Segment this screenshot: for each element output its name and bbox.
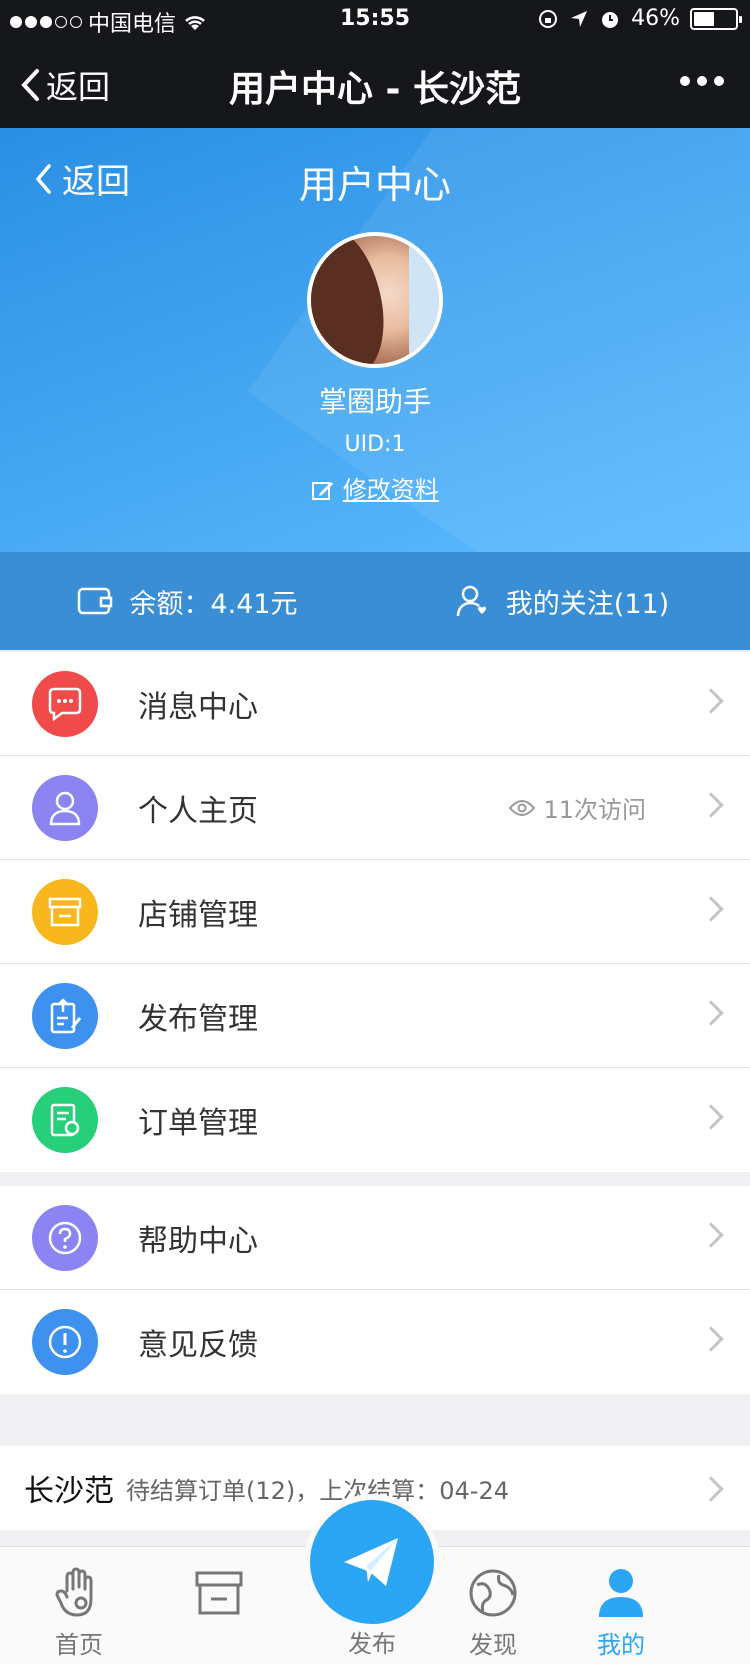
chevron-right-icon [698, 896, 724, 922]
menu-item-shop[interactable]: 店铺管理 [0, 860, 750, 964]
feedback-icon [32, 1309, 98, 1375]
menu-group-support: 帮助中心 意见反馈 [0, 1186, 750, 1394]
order-icon [32, 1087, 98, 1153]
edit-profile-label: 修改资料 [342, 476, 439, 504]
paper-plane-icon [344, 1538, 398, 1586]
user-icon [32, 774, 98, 841]
edit-icon [312, 482, 334, 500]
shop-icon [32, 878, 98, 945]
chevron-right-icon [698, 1222, 724, 1248]
menu-item-messages[interactable]: 消息中心 [0, 652, 750, 756]
username: 掌圈助手 [318, 385, 431, 418]
visit-count-label: 11次访问 [543, 796, 646, 824]
chevron-right-icon [698, 1476, 724, 1502]
publish-manage-icon [32, 982, 98, 1049]
menu-label: 个人主页 [138, 793, 258, 829]
menu-label: 店铺管理 [138, 897, 258, 933]
eye-icon [509, 799, 536, 816]
follow-label: 我的关注(11) [505, 588, 670, 620]
chevron-right-icon [698, 792, 724, 818]
home-hand-icon [55, 1567, 93, 1617]
help-icon [32, 1204, 98, 1271]
status-bar: 中国电信 15:55 46% [0, 0, 750, 40]
tab-mine[interactable]: 我的 [546, 1565, 696, 1660]
wallet-icon [78, 587, 113, 615]
more-options-icon[interactable] [680, 76, 724, 86]
page-title: 用户中心 [298, 163, 451, 207]
menu-label: 消息中心 [138, 689, 258, 725]
settlement-info: 待结算订单(12)，上次结算：04-24 [126, 1476, 510, 1505]
menu-label: 意见反馈 [138, 1328, 258, 1363]
profile-header: 返回 用户中心 掌圈助手 UID:1 修改资料 [0, 128, 750, 552]
stats-bar: 余额：4.41元 我的关注(11) [0, 552, 750, 650]
chevron-right-icon [698, 1000, 724, 1026]
menu-item-homepage[interactable]: 个人主页 11次访问 [0, 756, 750, 860]
tab-home[interactable]: 首页 [4, 1565, 154, 1660]
store-icon [195, 1571, 243, 1615]
menu-group-main: 消息中心 个人主页 11次访问 店铺管理 发布管理 订单管理 [0, 652, 750, 1172]
publish-label: 发布 [348, 1630, 396, 1658]
user-filled-icon [599, 1569, 643, 1617]
balance-label: 余额：4.41元 [129, 588, 298, 620]
message-icon [32, 670, 98, 737]
globe-icon [469, 1569, 517, 1617]
wechat-nav-bar: 返回 用户中心 - 长沙范 [0, 40, 750, 128]
menu-item-feedback[interactable]: 意见反馈 [0, 1290, 750, 1394]
tab-mine-label: 我的 [597, 1631, 645, 1659]
chevron-right-icon [698, 1326, 724, 1352]
menu-label: 发布管理 [138, 1001, 258, 1037]
rotation-lock-icon [539, 9, 558, 28]
tab-shop[interactable] [144, 1565, 294, 1625]
wechat-title: 用户中心 - 长沙范 [228, 69, 521, 110]
edit-profile-link[interactable]: 修改资料 [0, 470, 750, 505]
user-follow-icon [456, 585, 486, 617]
avatar[interactable] [307, 232, 443, 368]
settlement-city: 长沙范 [24, 1474, 114, 1509]
visit-count: 11次访问 [509, 790, 646, 825]
publish-button[interactable] [310, 1500, 434, 1624]
menu-item-help[interactable]: 帮助中心 [0, 1186, 750, 1290]
chevron-right-icon [698, 1104, 724, 1130]
chevron-right-icon [698, 688, 724, 714]
alarm-icon [602, 11, 619, 28]
location-icon [571, 10, 588, 27]
battery-percent: 46% [631, 6, 680, 31]
battery-icon [690, 7, 742, 30]
menu-item-publish-manage[interactable]: 发布管理 [0, 964, 750, 1068]
user-id: UID:1 [344, 432, 406, 457]
menu-label: 帮助中心 [138, 1223, 258, 1259]
menu-label: 订单管理 [138, 1106, 258, 1141]
follow-item[interactable]: 我的关注(11) [375, 552, 750, 650]
menu-item-orders[interactable]: 订单管理 [0, 1068, 750, 1172]
tab-home-label: 首页 [55, 1631, 103, 1659]
balance-item[interactable]: 余额：4.41元 [0, 552, 375, 650]
